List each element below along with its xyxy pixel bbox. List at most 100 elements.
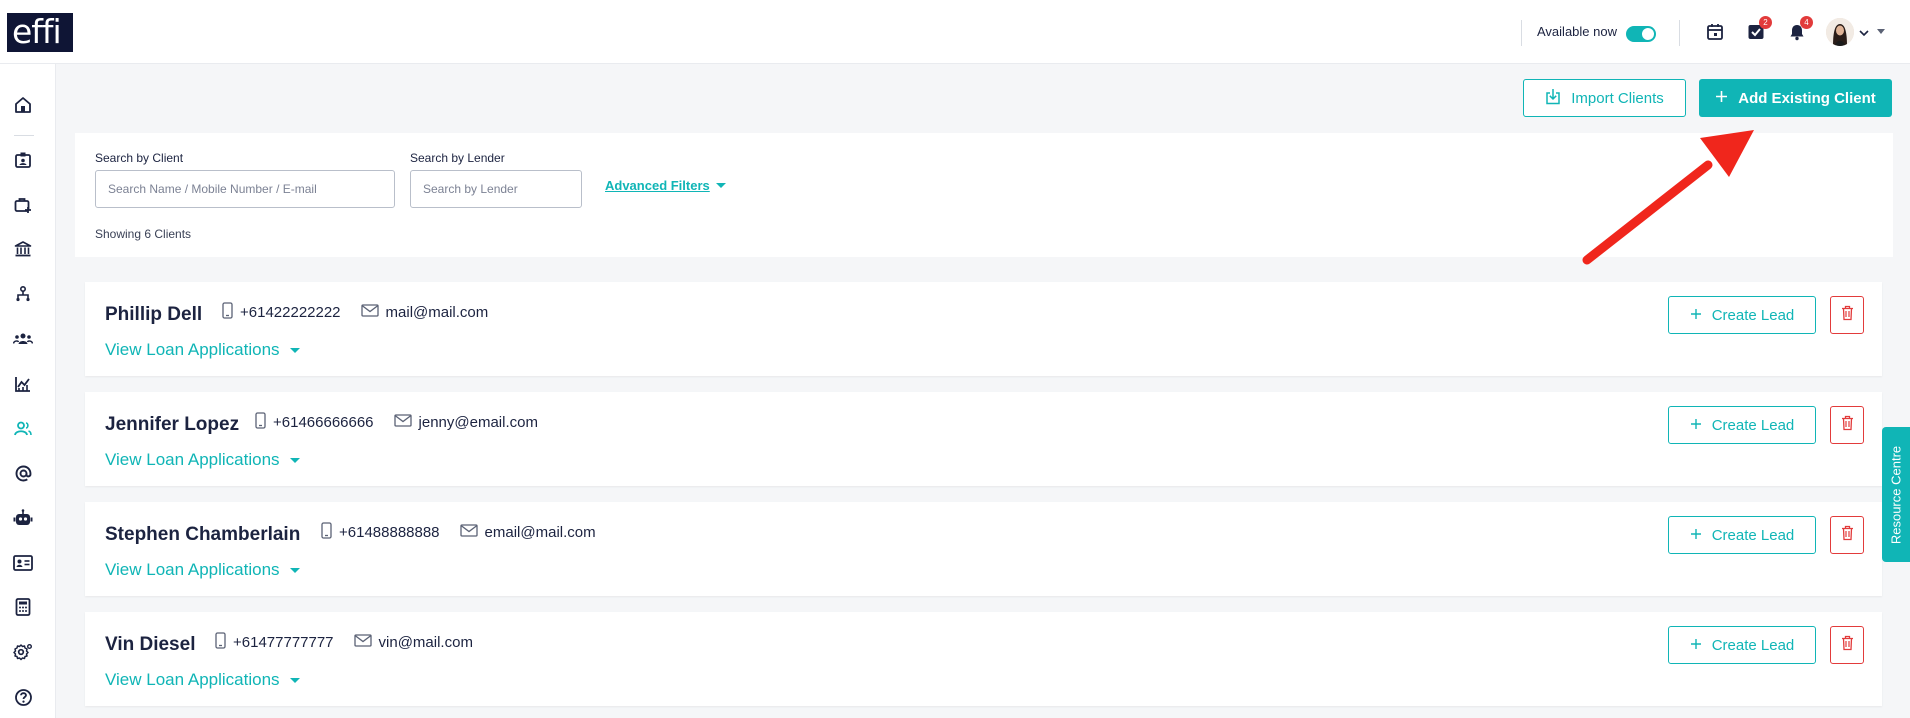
plus-icon bbox=[1690, 417, 1702, 434]
id-badge-icon[interactable] bbox=[12, 149, 34, 171]
view-loans-label: View Loan Applications bbox=[105, 670, 280, 689]
add-existing-client-label: Add Existing Client bbox=[1738, 89, 1876, 107]
mail-icon bbox=[393, 414, 412, 431]
client-name: Stephen Chamberlain bbox=[105, 524, 301, 545]
bell-icon[interactable]: 4 bbox=[1786, 16, 1813, 43]
trash-icon bbox=[1841, 525, 1854, 546]
delete-client-button[interactable] bbox=[1830, 516, 1864, 554]
delete-client-button[interactable] bbox=[1830, 296, 1864, 334]
create-lead-button[interactable]: Create Lead bbox=[1668, 406, 1816, 444]
advanced-filters-link[interactable]: Advanced Filters bbox=[605, 178, 726, 193]
delete-client-button[interactable] bbox=[1830, 406, 1864, 444]
client-contact: +61477777777 vin@mail.com bbox=[215, 632, 485, 653]
view-loan-applications-toggle[interactable]: View Loan Applications bbox=[105, 560, 300, 580]
import-clients-button[interactable]: Import Clients bbox=[1523, 79, 1686, 117]
lender-search-input[interactable] bbox=[410, 170, 582, 208]
add-existing-client-button[interactable]: Add Existing Client bbox=[1699, 79, 1892, 117]
mail-icon bbox=[353, 634, 372, 651]
phone-icon bbox=[255, 412, 266, 433]
bank-icon[interactable] bbox=[12, 238, 34, 260]
mail-icon bbox=[459, 524, 478, 541]
plus-icon bbox=[1690, 637, 1702, 654]
view-loans-label: View Loan Applications bbox=[105, 340, 280, 359]
advanced-filters-label: Advanced Filters bbox=[605, 178, 710, 193]
at-sign-icon[interactable] bbox=[12, 462, 34, 484]
phone-icon bbox=[222, 302, 233, 323]
caret-down-icon bbox=[289, 457, 300, 463]
availability-label: Available now bbox=[1537, 24, 1617, 39]
settings-gear-icon[interactable] bbox=[12, 641, 34, 663]
create-lead-label: Create Lead bbox=[1711, 306, 1795, 324]
user-avatar[interactable] bbox=[1826, 18, 1854, 46]
tasks-icon[interactable]: 2 bbox=[1745, 16, 1772, 43]
plus-icon bbox=[1715, 90, 1728, 107]
calendar-icon[interactable] bbox=[1704, 21, 1726, 43]
effi-logo[interactable]: effi bbox=[7, 13, 73, 52]
caret-down-icon bbox=[289, 677, 300, 683]
client-search-label: Search by Client bbox=[95, 151, 184, 165]
resource-centre-tab[interactable]: Resource Centre bbox=[1882, 427, 1910, 562]
calculator-icon[interactable] bbox=[12, 596, 34, 618]
clients-icon[interactable] bbox=[12, 418, 34, 440]
client-card: Vin Diesel +61477777777 vin@mail.com Vie… bbox=[85, 612, 1882, 706]
contact-card-icon[interactable] bbox=[12, 552, 34, 574]
client-contact: +61422222222 mail@mail.com bbox=[222, 302, 500, 323]
caret-down-icon bbox=[715, 183, 726, 188]
notifications-badge: 4 bbox=[1800, 16, 1813, 29]
robot-icon[interactable] bbox=[12, 507, 34, 529]
trash-icon bbox=[1841, 415, 1854, 436]
analytics-icon[interactable] bbox=[12, 373, 34, 395]
client-card: Phillip Dell +61422222222 mail@mail.com … bbox=[85, 282, 1882, 376]
caret-down-icon bbox=[289, 347, 300, 353]
filter-panel: Search by Client Search by Lender Advanc… bbox=[75, 133, 1893, 257]
availability-toggle[interactable] bbox=[1626, 26, 1656, 42]
top-bar: effi Available now 2 4 bbox=[0, 0, 1910, 64]
caret-down-icon[interactable] bbox=[1877, 29, 1885, 34]
client-phone: +61422222222 bbox=[240, 304, 341, 321]
create-lead-label: Create Lead bbox=[1711, 636, 1795, 654]
tasks-badge: 2 bbox=[1759, 16, 1772, 29]
client-phone: +61466666666 bbox=[273, 414, 374, 431]
create-lead-button[interactable]: Create Lead bbox=[1668, 626, 1816, 664]
client-card: Stephen Chamberlain +61488888888 email@m… bbox=[85, 502, 1882, 596]
trash-icon bbox=[1841, 305, 1854, 326]
plus-icon bbox=[1690, 307, 1702, 324]
client-email: jenny@email.com bbox=[418, 414, 538, 431]
sidebar bbox=[0, 64, 56, 718]
client-email: vin@mail.com bbox=[378, 634, 473, 651]
view-loan-applications-toggle[interactable]: View Loan Applications bbox=[105, 670, 300, 690]
trash-icon bbox=[1841, 635, 1854, 656]
help-icon[interactable] bbox=[12, 686, 34, 708]
client-name: Phillip Dell bbox=[105, 304, 203, 325]
client-email: email@mail.com bbox=[484, 524, 596, 541]
view-loan-applications-toggle[interactable]: View Loan Applications bbox=[105, 450, 300, 470]
caret-down-icon bbox=[289, 567, 300, 573]
client-contact: +61466666666 jenny@email.com bbox=[255, 412, 550, 433]
view-loan-applications-toggle[interactable]: View Loan Applications bbox=[105, 340, 300, 360]
delete-client-button[interactable] bbox=[1830, 626, 1864, 664]
sidebar-divider bbox=[14, 135, 34, 136]
client-contact: +61488888888 email@mail.com bbox=[321, 522, 608, 543]
phone-icon bbox=[321, 522, 332, 543]
org-chart-icon[interactable] bbox=[12, 283, 34, 305]
phone-icon bbox=[215, 632, 226, 653]
briefcase-plus-icon[interactable] bbox=[12, 194, 34, 216]
create-lead-button[interactable]: Create Lead bbox=[1668, 516, 1816, 554]
client-count: Showing 6 Clients bbox=[95, 227, 192, 241]
chevron-down-icon[interactable] bbox=[1858, 26, 1870, 44]
top-divider bbox=[1521, 20, 1522, 46]
home-icon[interactable] bbox=[12, 94, 34, 116]
client-search-input[interactable] bbox=[95, 170, 395, 208]
team-icon[interactable] bbox=[12, 328, 34, 350]
create-lead-label: Create Lead bbox=[1711, 526, 1795, 544]
resource-centre-label: Resource Centre bbox=[1888, 445, 1904, 544]
view-loans-label: View Loan Applications bbox=[105, 560, 280, 579]
client-card: Jennifer Lopez +61466666666 jenny@email.… bbox=[85, 392, 1882, 486]
client-phone: +61488888888 bbox=[339, 524, 440, 541]
client-name: Vin Diesel bbox=[105, 634, 196, 655]
client-phone: +61477777777 bbox=[233, 634, 334, 651]
top-divider bbox=[1679, 20, 1680, 46]
create-lead-label: Create Lead bbox=[1711, 416, 1795, 434]
lender-search-label: Search by Lender bbox=[410, 151, 505, 165]
create-lead-button[interactable]: Create Lead bbox=[1668, 296, 1816, 334]
